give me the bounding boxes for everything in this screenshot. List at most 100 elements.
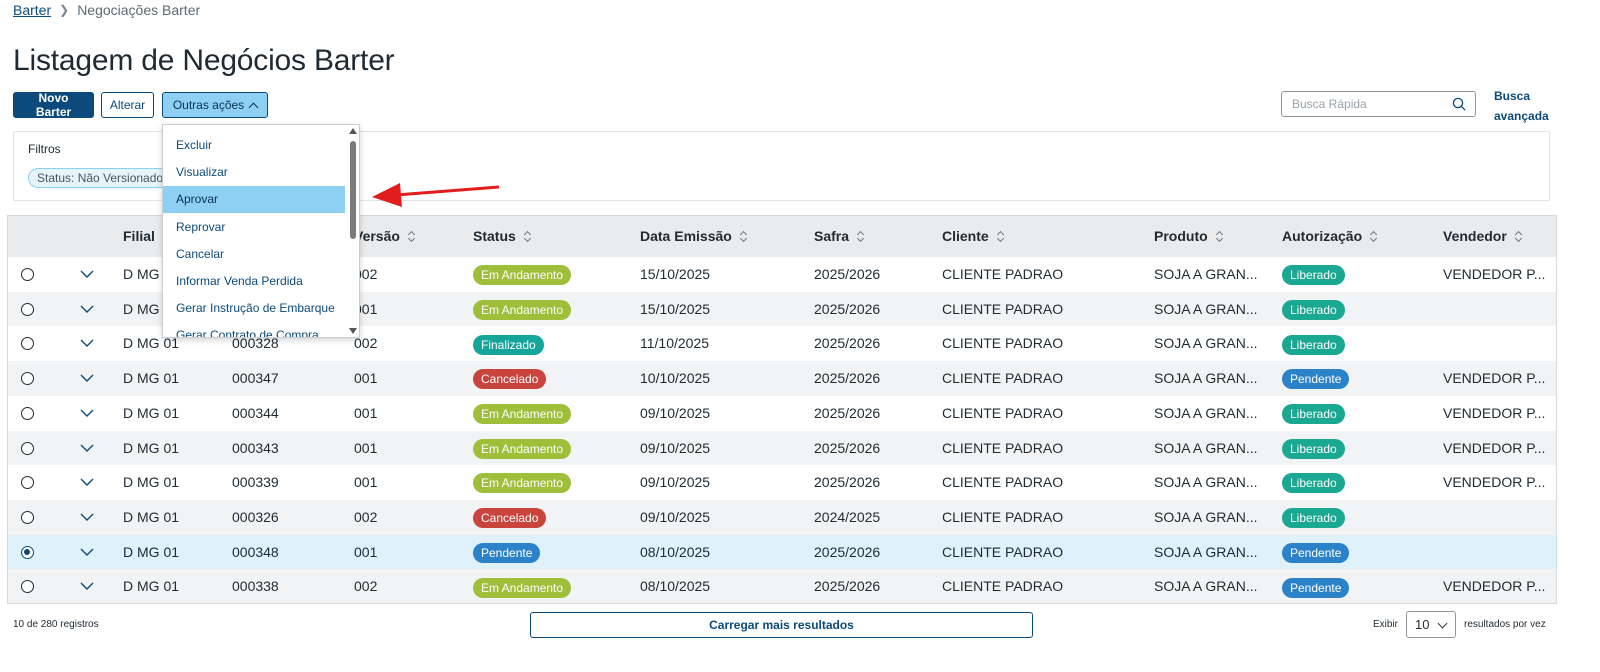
status-badge: Em Andamento xyxy=(473,265,572,286)
cell-status: Cancelado xyxy=(473,361,547,396)
row-select-radio[interactable] xyxy=(21,337,34,351)
row-select-radio[interactable] xyxy=(21,510,34,524)
row-select-radio[interactable] xyxy=(21,302,34,316)
cell-autorizacao: Liberado xyxy=(1282,257,1345,292)
column-header-label: Produto xyxy=(1154,228,1208,244)
load-more-button[interactable]: Carregar mais resultados xyxy=(530,612,1033,638)
cell-produto: SOJA A GRAN... xyxy=(1154,578,1258,595)
column-header-label: Safra xyxy=(814,228,850,244)
chevron-down-icon[interactable] xyxy=(79,301,95,317)
chevron-down-icon[interactable] xyxy=(79,440,95,456)
cell-vendedor: VENDEDOR P... xyxy=(1443,439,1546,456)
cell-numero: 000338 xyxy=(232,578,279,595)
page-size-select[interactable]: 10 xyxy=(1406,611,1456,638)
cell-versao: 001 xyxy=(354,439,378,456)
table-row[interactable]: D MG 01 000348 001 Pendente 08/10/2025 2025/2… xyxy=(8,534,1556,570)
column-header[interactable]: Autorização xyxy=(1282,216,1378,257)
breadcrumb-link-barter[interactable]: Barter xyxy=(13,2,51,18)
cell-safra: 2024/2025 xyxy=(814,508,881,525)
cell-safra: 2025/2026 xyxy=(814,335,881,352)
chevron-up-icon xyxy=(248,102,259,112)
quick-search-input[interactable] xyxy=(1290,96,1451,112)
advanced-search-link[interactable]: Busca avançada xyxy=(1494,86,1554,126)
breadcrumb-current: Negociações Barter xyxy=(77,2,201,18)
cell-safra: 2025/2026 xyxy=(814,300,881,317)
scroll-up-icon[interactable] xyxy=(349,128,357,134)
status-badge: Pendente xyxy=(473,542,541,563)
edit-button[interactable]: Alterar xyxy=(101,92,154,118)
cell-numero: 000339 xyxy=(232,474,279,491)
row-select-radio[interactable] xyxy=(21,372,34,386)
menu-scrollbar[interactable] xyxy=(347,125,359,337)
column-header[interactable]: Cliente xyxy=(942,216,1005,257)
chevron-down-icon[interactable] xyxy=(79,474,95,490)
table-row[interactable]: D MG 01 000343 001 Em Andamento 09/10/2025 20… xyxy=(8,430,1556,466)
row-select-radio[interactable] xyxy=(21,406,34,420)
row-select-radio[interactable] xyxy=(21,545,34,559)
sort-icon[interactable] xyxy=(1216,231,1224,243)
chevron-down-icon[interactable] xyxy=(79,335,95,351)
table-row[interactable]: D MG 01 000338 002 Em Andamento 08/10/2025 20… xyxy=(8,569,1556,603)
records-count: 10 de 280 registros xyxy=(13,619,99,630)
column-header[interactable]: Status xyxy=(473,216,532,257)
status-badge: Em Andamento xyxy=(473,438,572,459)
sort-icon[interactable] xyxy=(740,231,748,243)
menu-item[interactable]: Reprovar xyxy=(163,214,345,241)
sort-icon[interactable] xyxy=(524,231,532,243)
cell-safra: 2025/2026 xyxy=(814,404,881,421)
row-select-radio[interactable] xyxy=(21,441,34,455)
column-header[interactable]: Produto xyxy=(1154,216,1224,257)
column-header[interactable]: Data Emissão xyxy=(640,216,748,257)
cell-produto: SOJA A GRAN... xyxy=(1154,370,1258,387)
chevron-down-icon[interactable] xyxy=(79,266,95,282)
column-header[interactable]: Versão xyxy=(354,216,416,257)
cell-status: Em Andamento xyxy=(473,396,572,431)
menu-item[interactable]: Excluir xyxy=(163,132,345,159)
menu-item[interactable]: Aprovar xyxy=(163,186,345,214)
menu-item[interactable]: Cancelar xyxy=(163,241,345,268)
table-row[interactable]: D MG 01 000344 001 Em Andamento 09/10/2025 20… xyxy=(8,395,1556,431)
cell-data: 09/10/2025 xyxy=(640,508,711,525)
sort-icon[interactable] xyxy=(408,231,416,243)
row-select-radio[interactable] xyxy=(21,268,34,281)
breadcrumb-separator-icon: ❯ xyxy=(59,3,70,17)
red-arrow-icon xyxy=(372,183,500,207)
menu-item[interactable]: Informar Venda Perdida xyxy=(163,268,345,295)
column-header-label: Cliente xyxy=(942,228,989,244)
menu-item[interactable]: Visualizar xyxy=(163,159,345,186)
sort-icon[interactable] xyxy=(1515,231,1523,243)
sort-icon[interactable] xyxy=(1370,231,1378,243)
more-actions-button[interactable]: Outras ações xyxy=(162,92,268,118)
search-icon[interactable] xyxy=(1451,96,1467,112)
status-badge: Em Andamento xyxy=(473,299,572,320)
chevron-down-icon[interactable] xyxy=(79,405,95,421)
table-row[interactable]: D MG 01 000326 002 Cancelado 09/10/2025 2024/… xyxy=(8,499,1556,535)
cell-numero: 000344 xyxy=(232,404,279,421)
status-badge: Em Andamento xyxy=(473,577,572,598)
row-select-radio[interactable] xyxy=(21,476,34,490)
cell-vendedor: VENDEDOR P... xyxy=(1443,404,1546,421)
table-row[interactable]: D MG 01 000347 001 Cancelado 10/10/2025 2025/… xyxy=(8,361,1556,397)
column-header[interactable]: Vendedor xyxy=(1443,216,1523,257)
scrollbar-thumb[interactable] xyxy=(350,141,356,239)
menu-item[interactable]: Gerar Instrução de Embarque xyxy=(163,295,345,322)
table-row[interactable]: D MG 01 000339 001 Em Andamento 09/10/2025 20… xyxy=(8,465,1556,501)
chevron-down-icon[interactable] xyxy=(79,578,95,594)
cell-numero: 000348 xyxy=(232,543,279,560)
new-barter-button[interactable]: Novo Barter xyxy=(13,91,94,119)
column-header[interactable]: Safra xyxy=(814,216,865,257)
sort-icon[interactable] xyxy=(997,231,1005,243)
menu-item[interactable]: Gerar Contrato de Compra xyxy=(163,322,345,337)
cell-produto: SOJA A GRAN... xyxy=(1154,335,1258,352)
chevron-down-icon[interactable] xyxy=(79,544,95,560)
column-header-label: Versão xyxy=(354,228,400,244)
chevron-down-icon[interactable] xyxy=(79,370,95,386)
chevron-down-icon[interactable] xyxy=(79,509,95,525)
row-select-radio[interactable] xyxy=(21,580,34,594)
authorization-badge: Liberado xyxy=(1282,438,1345,459)
cell-numero: 000343 xyxy=(232,439,279,456)
scroll-down-icon[interactable] xyxy=(349,328,357,334)
sort-icon[interactable] xyxy=(857,231,865,243)
filter-chip-status[interactable]: Status: Não Versionado xyxy=(28,168,173,188)
column-header-label: Data Emissão xyxy=(640,228,732,244)
